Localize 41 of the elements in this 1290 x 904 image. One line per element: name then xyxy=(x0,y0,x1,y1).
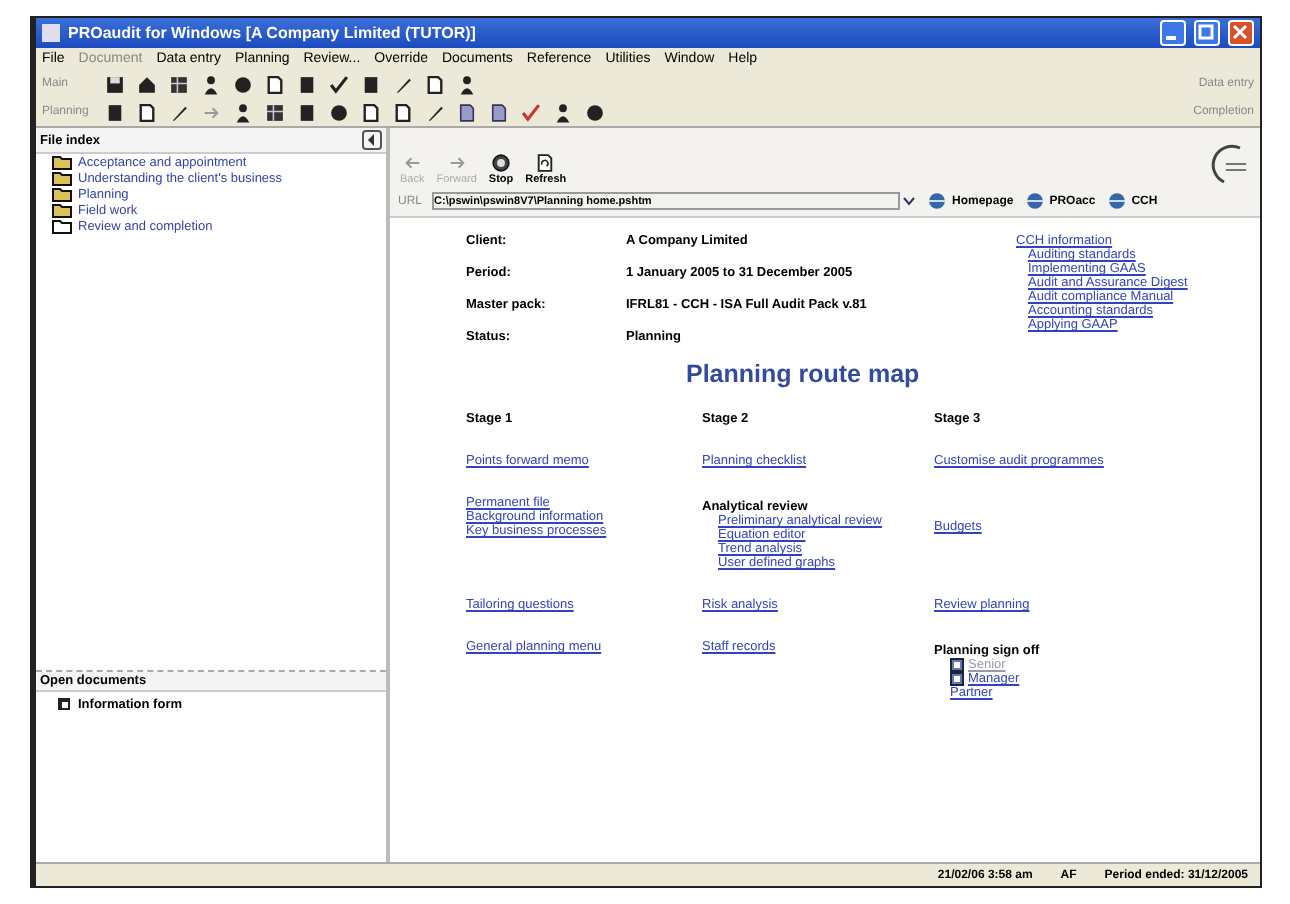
maximize-icon[interactable] xyxy=(1194,20,1220,46)
document-icon[interactable] xyxy=(360,101,382,123)
grid-icon[interactable] xyxy=(168,73,190,95)
person-icon[interactable] xyxy=(552,101,574,123)
collapse-icon[interactable] xyxy=(362,130,382,150)
person-icon[interactable] xyxy=(232,101,254,123)
browser-icon xyxy=(926,190,949,212)
document-icon[interactable] xyxy=(392,101,414,123)
form-icon[interactable] xyxy=(56,696,72,712)
stop-icon xyxy=(490,152,513,174)
document-icon[interactable] xyxy=(264,73,286,95)
house-icon[interactable] xyxy=(136,73,158,95)
close-icon[interactable] xyxy=(1228,20,1254,46)
check-icon[interactable] xyxy=(328,73,350,95)
minimize-icon[interactable] xyxy=(1160,20,1186,46)
circle-icon[interactable] xyxy=(584,101,606,123)
arrow-icon xyxy=(445,152,468,174)
document-icon[interactable] xyxy=(136,101,158,123)
document-icon[interactable] xyxy=(456,101,478,123)
grid-icon[interactable] xyxy=(264,101,286,123)
signoff-icon[interactable] xyxy=(950,672,964,686)
dropdown-icon[interactable] xyxy=(902,194,917,208)
browser-icon xyxy=(1105,190,1128,212)
check-icon[interactable] xyxy=(520,101,542,123)
app-icon xyxy=(42,24,60,42)
save-icon[interactable] xyxy=(104,73,126,95)
folder-icon[interactable] xyxy=(52,218,72,234)
folder-icon[interactable] xyxy=(52,202,72,218)
folder-icon[interactable] xyxy=(52,170,72,186)
circle-icon[interactable] xyxy=(328,101,350,123)
person-icon[interactable] xyxy=(200,73,222,95)
folder-icon[interactable] xyxy=(52,186,72,202)
browser-icon xyxy=(1023,190,1046,212)
refresh-icon xyxy=(534,152,557,174)
document-icon[interactable] xyxy=(424,73,446,95)
arrow-icon xyxy=(401,152,424,174)
page-heading: Planning route map xyxy=(686,360,922,388)
circle-icon[interactable] xyxy=(232,73,254,95)
window-title: PROaudit for Windows [A Company Limited (TUTOR)] xyxy=(68,24,478,42)
document-icon[interactable] xyxy=(488,101,510,123)
person-icon[interactable] xyxy=(456,73,478,95)
